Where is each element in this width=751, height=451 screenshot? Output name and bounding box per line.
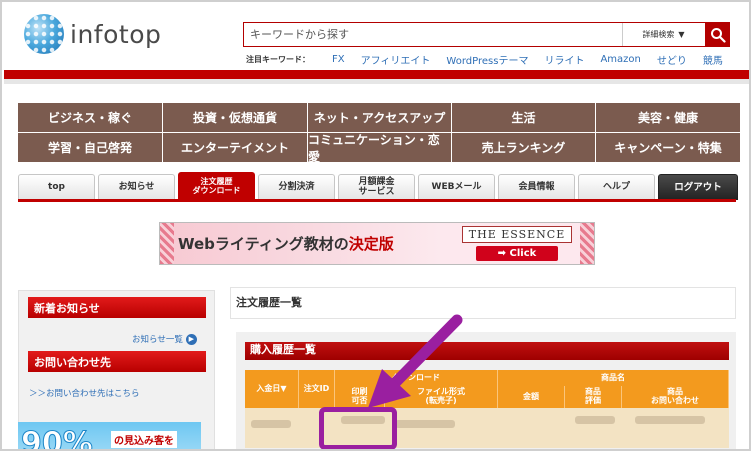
tab-webmail[interactable]: WEBメール bbox=[418, 174, 495, 200]
tab-news[interactable]: お知らせ bbox=[98, 174, 175, 200]
header-red-band bbox=[4, 70, 749, 79]
banner-stripe bbox=[160, 223, 174, 264]
category-business[interactable]: ビジネス・稼ぐ bbox=[18, 103, 162, 132]
promo-banner[interactable]: Webライティング教材の 決定版 THE ESSENCE ➡ Click bbox=[159, 222, 595, 265]
column-header-rating: 商品 評価 bbox=[565, 386, 622, 408]
column-group-download: ダウンロード bbox=[335, 370, 498, 386]
browser-frame: infotop 詳細検索 ▼ 注目キーワード： FX アフィリエイト WordP… bbox=[0, 0, 751, 451]
category-communication[interactable]: コミュニケーション・恋愛 bbox=[308, 133, 451, 164]
search-button[interactable] bbox=[705, 22, 730, 47]
banner-click-button[interactable]: ➡ Click bbox=[475, 246, 559, 261]
search-bar: 詳細検索 ▼ bbox=[243, 22, 706, 47]
category-learning[interactable]: 学習・自己啓発 bbox=[18, 133, 162, 162]
news-list-label: お知らせ一覧 bbox=[132, 335, 183, 345]
column-header-format: ファイル形式 (転売子) bbox=[385, 386, 498, 408]
category-ranking[interactable]: 売上ランキング bbox=[452, 133, 595, 162]
search-category-select[interactable]: 詳細検索 ▼ bbox=[622, 23, 704, 46]
contact-heading: お問い合わせ先 bbox=[28, 351, 206, 372]
category-investment[interactable]: 投資・仮想通貨 bbox=[163, 103, 307, 132]
column-header-order-id: 注文ID bbox=[299, 370, 335, 408]
category-life[interactable]: 生活 bbox=[452, 103, 595, 132]
category-menu: ビジネス・稼ぐ 投資・仮想通貨 ネット・アクセスアップ 生活 美容・健康 学習・… bbox=[18, 103, 740, 164]
news-list-link[interactable]: お知らせ一覧 ▶ bbox=[132, 333, 197, 345]
panel-title: 購入履歴一覧 bbox=[250, 343, 316, 356]
column-header-price: 金額 bbox=[498, 386, 565, 408]
tab-order-history[interactable]: 注文履歴 ダウンロード bbox=[178, 172, 255, 200]
blurred-cell bbox=[635, 416, 705, 424]
hot-keywords: 注目キーワード： FX アフィリエイト WordPressテーマ リライト Am… bbox=[246, 52, 739, 67]
promo-percentage: 90% bbox=[21, 426, 94, 451]
keyword-link[interactable]: WordPressテーマ bbox=[446, 52, 528, 67]
tab-subscription[interactable]: 月額課金 サービス bbox=[338, 174, 415, 200]
tab-help[interactable]: ヘルプ bbox=[578, 174, 655, 200]
column-header-date[interactable]: 入金日▼ bbox=[245, 370, 299, 408]
column-header-print: 印刷 可否 bbox=[335, 386, 385, 408]
blurred-cell bbox=[575, 416, 615, 424]
keyword-link[interactable]: アフィリエイト bbox=[361, 52, 431, 67]
keyword-link[interactable]: FX bbox=[332, 54, 345, 65]
banner-headline: Webライティング教材の 決定版 bbox=[160, 223, 440, 264]
banner-cta-area: THE ESSENCE ➡ Click bbox=[440, 223, 594, 264]
panel-header-bar bbox=[245, 342, 729, 360]
arrow-circle-icon: ▶ bbox=[185, 334, 197, 345]
keyword-link[interactable]: 競馬 bbox=[703, 52, 723, 67]
logo-text: infotop bbox=[70, 19, 162, 49]
tab-member-info[interactable]: 会員情報 bbox=[498, 174, 575, 200]
table-row bbox=[245, 408, 729, 448]
keyword-link[interactable]: リライト bbox=[544, 52, 584, 67]
search-input[interactable] bbox=[244, 23, 622, 46]
hot-keywords-label: 注目キーワード： bbox=[246, 55, 310, 64]
blurred-cell bbox=[395, 420, 455, 428]
column-group-product: 商品名 bbox=[498, 370, 729, 386]
category-entertainment[interactable]: エンターテイメント bbox=[163, 133, 307, 162]
keyword-link[interactable]: せどり bbox=[657, 52, 687, 67]
column-header-inquiry: 商品 お問い合わせ bbox=[622, 386, 729, 408]
category-net-access[interactable]: ネット・アクセスアップ bbox=[308, 103, 451, 132]
header-divider bbox=[4, 79, 749, 84]
keyword-link[interactable]: Amazon bbox=[600, 54, 640, 65]
banner-product-name: THE ESSENCE bbox=[461, 226, 573, 243]
chevron-down-icon: ▼ bbox=[678, 30, 685, 39]
tabs-underline bbox=[18, 199, 736, 202]
blurred-cell bbox=[251, 420, 291, 428]
logo-sphere-icon bbox=[24, 14, 64, 54]
infotop-logo[interactable]: infotop bbox=[24, 14, 161, 54]
search-icon bbox=[710, 27, 726, 43]
contact-link[interactable]: ＞＞お問い合わせ先はこちら bbox=[29, 387, 140, 399]
category-campaign[interactable]: キャンペーン・特集 bbox=[596, 133, 740, 162]
news-heading: 新着お知らせ bbox=[28, 297, 206, 318]
tab-logout[interactable]: ログアウト bbox=[658, 174, 738, 200]
banner-text: Webライティング教材の bbox=[178, 235, 349, 253]
page-title: 注文履歴一覧 bbox=[236, 296, 302, 309]
annotation-highlight-box bbox=[319, 407, 397, 449]
tab-top[interactable]: top bbox=[18, 174, 95, 200]
member-nav-tabs: top お知らせ 注文履歴 ダウンロード 分割決済 月額課金 サービス WEBメ… bbox=[18, 172, 738, 200]
page-title-box bbox=[230, 287, 736, 319]
promo-text: の見込み客を bbox=[111, 431, 177, 448]
search-category-label: 詳細検索 bbox=[642, 30, 675, 39]
banner-highlight: 決定版 bbox=[348, 235, 394, 253]
category-beauty-health[interactable]: 美容・健康 bbox=[596, 103, 740, 132]
sidebar-promo-banner[interactable]: 90% の見込み客を bbox=[18, 422, 201, 451]
tab-installment[interactable]: 分割決済 bbox=[258, 174, 335, 200]
